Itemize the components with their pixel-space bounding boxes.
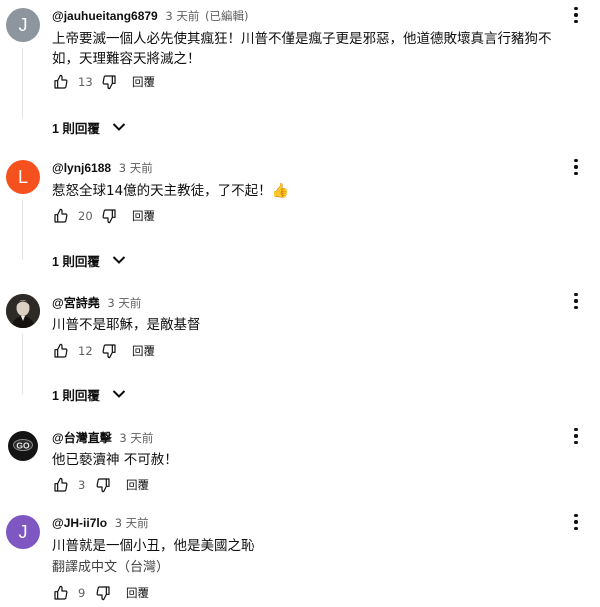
comment-actions: 3 回覆 xyxy=(52,475,149,495)
svg-text:GO: GO xyxy=(16,441,30,451)
thumbs-up-emoji: 👍 xyxy=(271,183,290,199)
reply-button[interactable]: 回覆 xyxy=(126,477,149,493)
replies-label: 1 則回覆 xyxy=(52,121,100,136)
more-vert-icon[interactable] xyxy=(570,290,582,312)
avatar[interactable]: L xyxy=(6,160,40,194)
comment-header: @jauhueitang6879 3 天前 (已編輯) xyxy=(52,8,249,26)
edited-label: (已編輯) xyxy=(205,9,249,23)
thumb-down-icon[interactable] xyxy=(100,73,118,91)
thumb-up-icon[interactable] xyxy=(52,73,70,91)
like-count: 13 xyxy=(78,75,93,89)
comment-header: @台灣直擊 3 天前 xyxy=(52,429,153,447)
comment-text: 川普不是耶穌，是敵基督 xyxy=(52,317,201,333)
reply-button[interactable]: 回覆 xyxy=(132,343,155,359)
comment-actions: 12 回覆 xyxy=(52,341,155,361)
thread-line xyxy=(22,48,23,118)
chevron-down-icon xyxy=(112,389,126,399)
author-name[interactable]: @JH-ii7lo xyxy=(52,516,107,530)
comment-text: 川普就是一個小丑，他是美國之恥 xyxy=(52,538,255,554)
comment-actions: 13 回覆 xyxy=(52,72,155,92)
avatar[interactable] xyxy=(6,294,40,328)
more-vert-icon[interactable] xyxy=(570,425,582,447)
view-replies-button[interactable]: 1 則回覆 xyxy=(52,250,126,270)
author-name[interactable]: @宮詩堯 xyxy=(52,296,100,310)
chevron-down-icon xyxy=(112,255,126,265)
timestamp[interactable]: 3 天前 xyxy=(107,296,141,310)
author-name[interactable]: @台灣直擊 xyxy=(52,431,112,445)
author-name[interactable]: @jauhueitang6879 xyxy=(52,9,158,23)
thumb-up-icon[interactable] xyxy=(52,584,70,602)
reply-button[interactable]: 回覆 xyxy=(132,74,155,90)
comment-text: 惹怒全球14億的天主教徒，了不起！👍 xyxy=(52,181,572,201)
comment-actions: 9 回覆 xyxy=(52,583,149,603)
chevron-down-icon xyxy=(112,122,126,132)
thread-line xyxy=(22,334,23,394)
view-replies-button[interactable]: 1 則回覆 xyxy=(52,117,126,137)
comment-header: @宮詩堯 3 天前 xyxy=(52,294,141,312)
comment-header: @JH-ii7lo 3 天前 xyxy=(52,515,149,533)
replies-label: 1 則回覆 xyxy=(52,388,100,403)
like-count: 20 xyxy=(78,209,93,223)
reply-button[interactable]: 回覆 xyxy=(126,585,149,601)
like-count: 12 xyxy=(78,344,93,358)
thumb-up-icon[interactable] xyxy=(52,342,70,360)
author-name[interactable]: @lynj6188 xyxy=(52,161,111,175)
thumb-down-icon[interactable] xyxy=(100,342,118,360)
portrait-avatar-image xyxy=(6,294,40,328)
thread-line xyxy=(22,200,23,260)
timestamp[interactable]: 3 天前 xyxy=(119,431,153,445)
translate-link[interactable]: 翻譯成中文（台灣） xyxy=(52,556,169,575)
like-count: 3 xyxy=(78,478,86,492)
more-vert-icon[interactable] xyxy=(570,156,582,178)
thumb-up-icon[interactable] xyxy=(52,476,70,494)
like-count: 9 xyxy=(78,586,86,600)
thumb-down-icon[interactable] xyxy=(94,476,112,494)
reply-button[interactable]: 回覆 xyxy=(132,208,155,224)
avatar[interactable]: GO xyxy=(6,429,40,463)
more-vert-icon[interactable] xyxy=(570,511,582,533)
avatar[interactable]: J xyxy=(6,8,40,42)
comment-text: 他已褻瀆神 不可赦！ xyxy=(52,452,178,468)
thumb-up-icon[interactable] xyxy=(52,207,70,225)
thumb-down-icon[interactable] xyxy=(94,584,112,602)
comment-header: @lynj6188 3 天前 xyxy=(52,160,153,178)
comment-text: 上帝要滅一個人必先使其瘋狂！川普不僅是瘋子更是邪惡，他道德敗壞真言行豬狗不如，天… xyxy=(52,31,552,67)
timestamp[interactable]: 3 天前 xyxy=(119,161,153,175)
more-vert-icon[interactable] xyxy=(570,4,582,26)
avatar[interactable]: J xyxy=(6,515,40,549)
comment-text-content: 惹怒全球14億的天主教徒，了不起！ xyxy=(52,183,272,199)
thumb-down-icon[interactable] xyxy=(100,207,118,225)
comment-actions: 20 回覆 xyxy=(52,206,155,226)
timestamp[interactable]: 3 天前 xyxy=(165,9,199,23)
timestamp[interactable]: 3 天前 xyxy=(115,516,149,530)
replies-label: 1 則回覆 xyxy=(52,254,100,269)
view-replies-button[interactable]: 1 則回覆 xyxy=(52,384,126,404)
go-logo-avatar-image: GO xyxy=(8,431,38,461)
